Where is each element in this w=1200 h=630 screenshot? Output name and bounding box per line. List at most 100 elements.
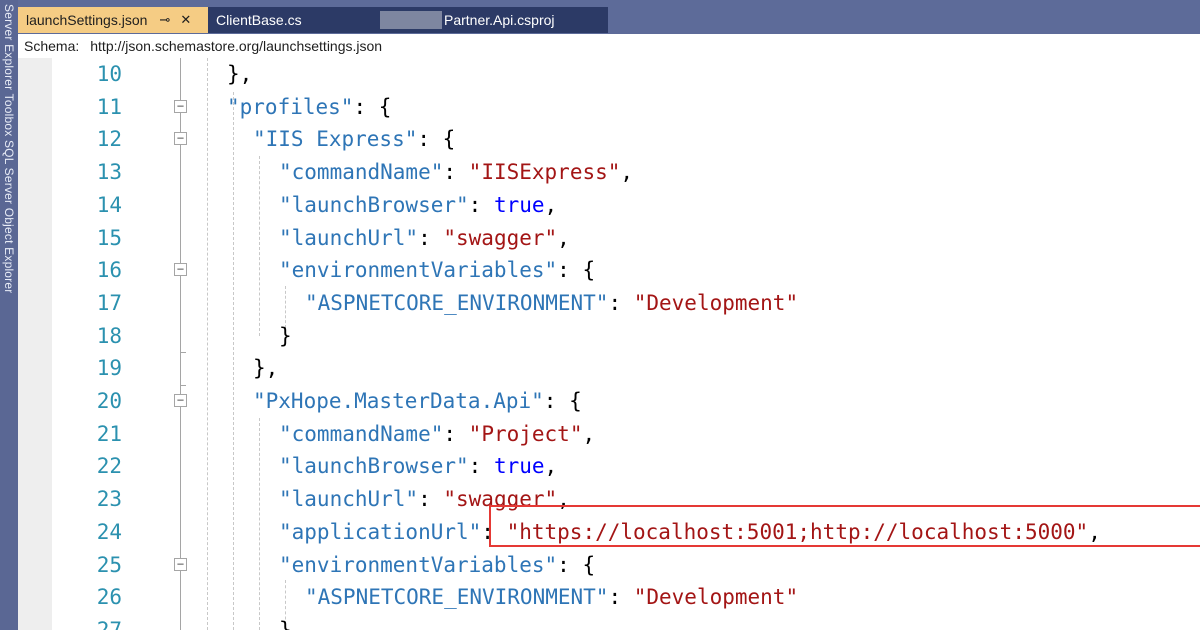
json-keyword: true	[493, 192, 545, 217]
schema-label: Schema:	[24, 38, 80, 54]
close-icon[interactable]: ✕	[180, 12, 191, 28]
collapse-icon[interactable]: −	[174, 394, 187, 407]
schema-bar: Schema: http://json.schemastore.org/laun…	[18, 34, 1200, 59]
code-line[interactable]: 25 − "environmentVariables": {	[52, 549, 1200, 582]
json-string: "swagger"	[443, 225, 558, 250]
schema-url-input[interactable]: http://json.schemastore.org/launchsettin…	[87, 36, 386, 56]
tab-launch-settings[interactable]: launchSettings.json ⊸ ✕	[18, 7, 208, 33]
code-text: "commandName": "Project",	[279, 418, 595, 451]
application-url-highlight	[489, 505, 1200, 547]
code-line[interactable]: 20 − "PxHope.MasterData.Api": {	[52, 385, 1200, 418]
line-number: 21	[96, 421, 122, 446]
code-text: }	[279, 614, 292, 630]
code-line[interactable]: 17 "ASPNETCORE_ENVIRONMENT": "Development…	[52, 287, 1200, 320]
code-line[interactable]: 14 "launchBrowser": true,	[52, 189, 1200, 222]
line-number: 26	[96, 585, 122, 610]
code-text: "environmentVariables": {	[279, 254, 595, 287]
code-line[interactable]: 26 "ASPNETCORE_ENVIRONMENT": "Development…	[52, 581, 1200, 614]
json-key: "ASPNETCORE_ENVIRONMENT"	[305, 585, 609, 610]
collapse-icon[interactable]: −	[174, 557, 187, 571]
line-number: 16	[96, 258, 122, 283]
side-tool-strip[interactable]: Server Explorer Toolbox SQL Server Objec…	[0, 0, 18, 630]
json-punctuation: ,	[557, 225, 570, 250]
json-punctuation: :	[443, 160, 469, 185]
code-line[interactable]: 15 "launchUrl": "swagger",	[52, 222, 1200, 255]
code-text: "IIS Express": {	[253, 123, 455, 156]
json-punctuation: : {	[557, 552, 596, 577]
json-key: "launchBrowser"	[279, 192, 469, 217]
code-text: "launchBrowser": true,	[279, 189, 557, 222]
line-number: 15	[96, 225, 122, 250]
json-punctuation: : {	[353, 94, 392, 119]
tab-label: Partner.Api.csproj	[444, 12, 555, 28]
code-text: "ASPNETCORE_ENVIRONMENT": "Development"	[305, 287, 798, 320]
code-line[interactable]: 10},	[52, 58, 1200, 91]
json-punctuation: }	[279, 323, 292, 348]
json-punctuation: :	[468, 192, 494, 217]
code-line[interactable]: 21 "commandName": "Project",	[52, 418, 1200, 451]
line-number: 10	[96, 62, 122, 86]
json-key: "commandName"	[279, 160, 444, 185]
line-number: 24	[96, 519, 122, 544]
json-string: "Project"	[468, 421, 583, 446]
json-punctuation: :	[608, 585, 634, 610]
json-key: "environmentVariables"	[279, 552, 558, 577]
code-line[interactable]: 16 − "environmentVariables": {	[52, 254, 1200, 287]
code-line[interactable]: 19},	[52, 352, 1200, 385]
line-number: 18	[96, 323, 122, 348]
collapse-icon[interactable]: −	[174, 263, 187, 277]
json-punctuation: },	[253, 356, 279, 381]
json-punctuation: :	[608, 290, 634, 315]
json-string: "Development"	[633, 585, 799, 610]
line-number: 19	[96, 356, 122, 381]
json-key: "launchUrl"	[279, 487, 419, 512]
collapse-icon[interactable]: −	[174, 99, 187, 113]
code-line[interactable]: 18}	[52, 320, 1200, 353]
line-number: 22	[96, 454, 122, 479]
json-key: "commandName"	[279, 421, 444, 446]
json-punctuation: : {	[557, 258, 596, 283]
json-key: "environmentVariables"	[279, 258, 558, 283]
line-number: 25	[96, 552, 122, 577]
json-key: "IIS Express"	[253, 127, 418, 152]
tab-label: launchSettings.json	[26, 12, 148, 28]
redacted-block	[380, 11, 442, 29]
line-number: 11	[96, 94, 122, 119]
code-text: "launchBrowser": true,	[279, 450, 557, 483]
json-key: "PxHope.MasterData.Api"	[253, 389, 544, 413]
json-punctuation: ,	[620, 160, 634, 185]
json-punctuation: ,	[544, 192, 558, 217]
collapse-icon[interactable]: −	[174, 132, 187, 146]
code-text: "PxHope.MasterData.Api": {	[253, 385, 582, 418]
line-number: 12	[96, 127, 122, 152]
line-number: 20	[96, 389, 122, 413]
json-keyword: true	[493, 454, 545, 479]
json-punctuation: :	[468, 454, 494, 479]
document-tab-bar: launchSettings.json ⊸ ✕ ClientBase.cs Pa…	[18, 0, 1200, 34]
json-string: "Development"	[633, 290, 799, 315]
line-number: 27	[96, 617, 122, 630]
tab-partner-api-csproj[interactable]: Partner.Api.csproj	[372, 7, 608, 33]
code-text: },	[253, 352, 278, 385]
code-line[interactable]: 11 − "profiles": {	[52, 91, 1200, 124]
json-punctuation: ,	[544, 454, 558, 479]
line-number: 17	[96, 290, 122, 315]
json-punctuation: : {	[543, 389, 582, 413]
code-line[interactable]: 22 "launchBrowser": true,	[52, 450, 1200, 483]
code-text: "environmentVariables": {	[279, 549, 595, 582]
pin-icon[interactable]: ⊸	[159, 12, 170, 28]
code-text: "commandName": "IISExpress",	[279, 156, 633, 189]
tab-client-base[interactable]: ClientBase.cs	[208, 7, 372, 33]
editor-gutter	[18, 58, 52, 630]
code-line[interactable]: 13 "commandName": "IISExpress",	[52, 156, 1200, 189]
line-number: 23	[96, 487, 122, 512]
json-key: "launchBrowser"	[279, 454, 469, 479]
json-key: "applicationUrl"	[279, 519, 482, 544]
code-text: "launchUrl": "swagger",	[279, 222, 570, 255]
json-key: "launchUrl"	[279, 225, 419, 250]
code-line[interactable]: 12 − "IIS Express": {	[52, 123, 1200, 156]
side-tool-labels[interactable]: Server Explorer Toolbox SQL Server Objec…	[2, 4, 16, 293]
code-line[interactable]: 27}	[52, 614, 1200, 630]
code-editor[interactable]: 10}, 11− "profiles": {12− "IIS Express": {1…	[52, 58, 1200, 630]
json-key: "profiles"	[227, 94, 354, 119]
